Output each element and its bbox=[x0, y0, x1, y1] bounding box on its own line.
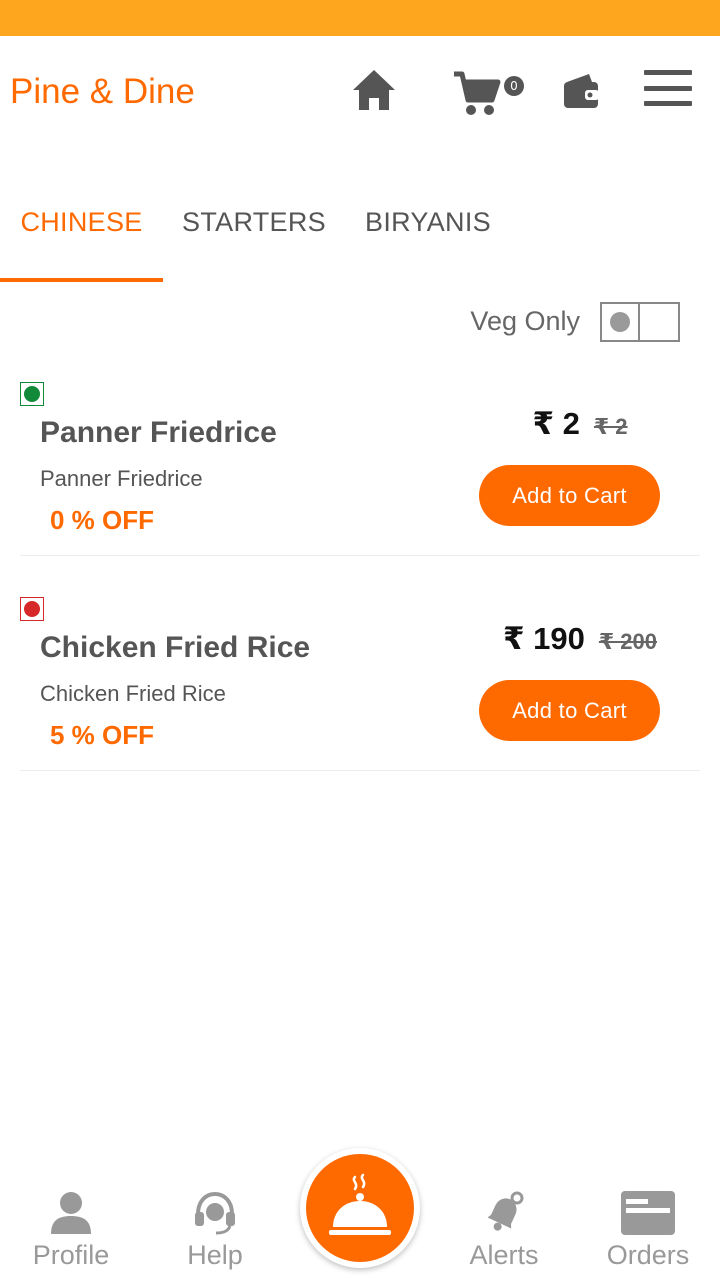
add-to-cart-button[interactable]: Add to Cart bbox=[479, 680, 660, 741]
menu-item: Chicken Fried Rice Chicken Fried Rice 5 … bbox=[20, 581, 700, 771]
wallet-icon bbox=[564, 74, 599, 108]
cart-count-badge: 0 bbox=[504, 76, 524, 96]
app-bar: Pine & Dine 0 bbox=[0, 36, 720, 148]
nav-profile-label: Profile bbox=[32, 1240, 110, 1270]
headset-icon bbox=[195, 1191, 235, 1235]
nav-help[interactable]: Help bbox=[145, 1190, 285, 1280]
veg-indicator-icon bbox=[20, 382, 44, 406]
toggle-knob bbox=[602, 304, 640, 340]
nav-orders-label: Orders bbox=[606, 1240, 690, 1270]
veg-only-toggle[interactable] bbox=[600, 302, 680, 342]
price-block: ₹ 190 ₹ 200 bbox=[460, 621, 700, 661]
menu-item: Panner Friedrice Panner Friedrice 0 % OF… bbox=[20, 366, 700, 556]
veg-only-label: Veg Only bbox=[470, 306, 580, 336]
center-menu-button[interactable] bbox=[300, 1148, 420, 1268]
item-name: Chicken Fried Rice bbox=[40, 631, 311, 664]
active-tab-indicator bbox=[0, 278, 163, 282]
category-tabs: CHINESE STARTERS BIRYANIS bbox=[0, 190, 720, 282]
food-cloche-icon bbox=[329, 1173, 391, 1235]
item-name: Panner Friedrice bbox=[40, 416, 277, 449]
item-old-price: ₹ 2 bbox=[593, 414, 628, 439]
veg-only-filter: Veg Only bbox=[440, 300, 700, 344]
brand-title: Pine & Dine bbox=[10, 72, 195, 111]
wallet-button[interactable] bbox=[558, 68, 604, 114]
nav-help-label: Help bbox=[187, 1240, 243, 1270]
tab-chinese[interactable]: CHINESE bbox=[0, 190, 163, 282]
item-discount: 0 % OFF bbox=[50, 505, 155, 535]
price-block: ₹ 2 ₹ 2 bbox=[460, 406, 700, 446]
bottom-navigation: Profile Help Alerts Orders bbox=[0, 1148, 720, 1280]
item-discount: 5 % OFF bbox=[50, 720, 155, 750]
nav-alerts-label: Alerts bbox=[469, 1240, 539, 1270]
item-old-price: ₹ 200 bbox=[598, 629, 658, 654]
bell-icon bbox=[487, 1191, 524, 1231]
nav-alerts[interactable]: Alerts bbox=[434, 1190, 574, 1280]
item-price: ₹ 190 bbox=[502, 621, 585, 656]
profile-icon bbox=[51, 1192, 91, 1234]
home-button[interactable] bbox=[348, 64, 400, 116]
item-description: Chicken Fried Rice bbox=[40, 681, 226, 706]
menu-button[interactable] bbox=[640, 66, 696, 110]
item-description: Panner Friedrice bbox=[40, 466, 203, 491]
nav-profile[interactable]: Profile bbox=[1, 1190, 141, 1280]
orders-icon bbox=[621, 1191, 675, 1235]
home-icon bbox=[353, 70, 395, 110]
non-veg-indicator-icon bbox=[20, 597, 44, 621]
status-bar bbox=[0, 0, 720, 36]
add-to-cart-button[interactable]: Add to Cart bbox=[479, 465, 660, 526]
item-price: ₹ 2 bbox=[532, 406, 580, 441]
menu-icon bbox=[644, 70, 692, 75]
cart-button[interactable]: 0 bbox=[450, 66, 530, 122]
nav-orders[interactable]: Orders bbox=[578, 1190, 718, 1280]
tab-starters[interactable]: STARTERS bbox=[170, 190, 338, 282]
tab-biryanis[interactable]: BIRYANIS bbox=[350, 190, 506, 282]
cart-icon bbox=[454, 71, 501, 115]
